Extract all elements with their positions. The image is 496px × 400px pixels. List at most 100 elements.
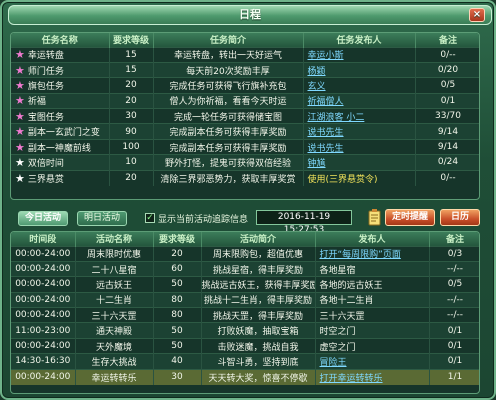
task-note: 0/-- xyxy=(415,46,479,63)
task-row[interactable]: ★ 双倍时间 10 野外打怪，提鬼可获得双倍经验 钟馗 0/24 xyxy=(11,154,479,171)
task-issuer-link[interactable]: 杨颖 xyxy=(308,67,326,77)
reminder-button[interactable]: 定时提醒 xyxy=(385,209,435,226)
task-issuer-cell[interactable]: 玄义 xyxy=(303,77,416,94)
activity-issuer-link[interactable]: 冒险王 xyxy=(320,358,347,368)
task-issuer-link[interactable]: 使用(三界悬赏令) xyxy=(308,175,378,185)
task-name: 三界悬赏 xyxy=(27,174,64,185)
task-note: 9/14 xyxy=(415,123,479,140)
close-button[interactable]: × xyxy=(469,8,485,22)
activity-desc: 打败妖魔，抽取宝箱 xyxy=(201,322,316,339)
activity-note: --/-- xyxy=(429,260,479,277)
tab-today[interactable]: 今日活动 xyxy=(18,211,68,226)
col-act-note[interactable]: 备注 xyxy=(429,232,479,246)
task-issuer-cell[interactable]: 使用(三界悬赏令) xyxy=(303,169,416,186)
activity-issuer: 各地的远古妖王 xyxy=(319,280,383,291)
activity-name: 三十六天罡 xyxy=(75,307,154,323)
activity-row[interactable]: 11:00-23:00 通天神殿 50 打败妖魔，抽取宝箱 时空之门 0/1 xyxy=(11,322,479,339)
col-time[interactable]: 时间段 xyxy=(11,232,76,246)
task-row[interactable]: ★ 副本一神魔前线 100 完成副本任务可获得丰厚奖励 说书先生 9/14 xyxy=(11,138,479,155)
col-req-level[interactable]: 要求等级 xyxy=(109,33,154,47)
col-task-issuer[interactable]: 任务发布人 xyxy=(303,33,416,47)
task-row[interactable]: ★ 三界悬赏 20 清除三界邪恶势力，获取丰厚奖赏 使用(三界悬赏令) 0/-- xyxy=(11,169,479,186)
star-icon: ★ xyxy=(15,48,25,62)
star-icon: ★ xyxy=(15,155,25,169)
calendar-button[interactable]: 日历 xyxy=(440,209,480,226)
activity-issuer: 时空之门 xyxy=(319,327,356,338)
task-row[interactable]: ★ 祈福 20 僧人为你祈福，看看今天时运 祈福僧人 0/1 xyxy=(11,92,479,109)
activity-note: 0/1 xyxy=(429,353,479,370)
activity-issuer-cell: 虚空之门 xyxy=(315,337,430,354)
activity-row[interactable]: 00:00-24:00 周末限时优惠 20 周末限购包，超值优惠 打开“每周限购”页面 0… xyxy=(11,245,479,262)
activity-time: 00:00-24:00 xyxy=(11,260,76,277)
task-issuer-link[interactable]: 江湖浪客 小二 xyxy=(308,113,365,123)
task-name: 师门任务 xyxy=(27,66,64,77)
col-act-desc[interactable]: 活动简介 xyxy=(201,232,316,246)
task-row[interactable]: ★ 旗包任务 20 完成任务可获得飞行旗补充包 玄义 0/5 xyxy=(11,77,479,94)
activity-issuer-link[interactable]: 打开幸运转转乐 xyxy=(320,374,383,384)
activity-issuer-cell[interactable]: 冒险王 xyxy=(315,353,430,370)
task-issuer-cell[interactable]: 说书先生 xyxy=(303,138,416,155)
activity-row[interactable]: 00:00-24:00 幸运转转乐 30 天天转大奖，惊喜不停歇 打开幸运转转乐 1/1 xyxy=(11,368,479,385)
activity-time: 11:00-23:00 xyxy=(11,322,76,339)
task-issuer-cell[interactable]: 杨颖 xyxy=(303,61,416,78)
task-note: 0/20 xyxy=(415,61,479,78)
task-name: 副本一神魔前线 xyxy=(27,143,91,154)
task-name-cell: ★ 宝图任务 xyxy=(11,108,110,124)
col-activity-name[interactable]: 活动名称 xyxy=(75,232,154,246)
activity-row[interactable]: 00:00-24:00 二十八星宿 60 挑战星宿，得丰厚奖励 各地星宿 --/-- xyxy=(11,260,479,277)
task-level: 10 xyxy=(109,154,154,171)
task-issuer-link[interactable]: 祈福僧人 xyxy=(308,97,344,107)
task-row[interactable]: ★ 宝图任务 30 完成一轮任务可获得储宝图 江湖浪客 小二 33/70 xyxy=(11,108,479,124)
activity-name: 远古妖王 xyxy=(75,276,154,293)
task-level: 90 xyxy=(109,123,154,140)
col-act-level[interactable]: 要求等级 xyxy=(153,232,202,246)
task-issuer-link[interactable]: 说书先生 xyxy=(308,128,344,138)
activity-note: 0/3 xyxy=(429,245,479,262)
activity-row[interactable]: 00:00-24:00 十二生肖 80 挑战十二生肖，得丰厚奖励 各地十二生肖 --/-- xyxy=(11,291,479,308)
task-row[interactable]: ★ 师门任务 15 每天前20次奖励丰厚 杨颖 0/20 xyxy=(11,61,479,78)
task-issuer-cell[interactable]: 江湖浪客 小二 xyxy=(303,108,416,124)
activity-row[interactable]: 00:00-24:00 天外魔境 50 击败迷魔，挑战自我 虚空之门 0/1 xyxy=(11,337,479,354)
activity-time: 00:00-24:00 xyxy=(11,337,76,354)
activity-issuer-link[interactable]: 打开“每周限购”页面 xyxy=(320,250,401,260)
activity-row[interactable]: 14:30-16:30 生存大挑战 40 斗智斗勇，坚持到底 冒险王 0/1 xyxy=(11,353,479,370)
task-name-cell: ★ 幸运转盘 xyxy=(11,46,110,63)
task-header-row: 任务名称 要求等级 任务简介 任务发布人 备注 xyxy=(11,33,479,47)
col-task-desc[interactable]: 任务简介 xyxy=(153,33,304,47)
col-note[interactable]: 备注 xyxy=(415,33,479,47)
title-bar[interactable]: 日程 × xyxy=(8,5,492,25)
task-level: 20 xyxy=(109,92,154,109)
tab-tomorrow[interactable]: 明日活动 xyxy=(77,211,127,226)
activity-row[interactable]: 00:00-24:00 三十六天罡 80 挑战天罡，得丰厚奖励 三十六天罡 --/-- xyxy=(11,307,479,323)
activity-desc: 周末限购包，超值优惠 xyxy=(201,245,316,262)
track-checkbox[interactable]: ✓ xyxy=(145,213,155,223)
activity-note: 0/1 xyxy=(429,337,479,354)
task-issuer-cell[interactable]: 说书先生 xyxy=(303,123,416,140)
activity-row[interactable]: 00:00-24:00 远古妖王 50 挑战远古妖王，获得丰厚奖励 各地的远古妖王 0/5 xyxy=(11,276,479,293)
task-issuer-cell[interactable]: 祈福僧人 xyxy=(303,92,416,109)
task-row[interactable]: ★ 幸运转盘 15 幸运转盘，转出一天好运气 幸运小斯 0/-- xyxy=(11,46,479,63)
task-issuer-cell[interactable]: 幸运小斯 xyxy=(303,46,416,63)
task-row[interactable]: ★ 副本一玄武门之变 90 完成副本任务可获得丰厚奖励 说书先生 9/14 xyxy=(11,123,479,140)
activity-time: 00:00-24:00 xyxy=(11,245,76,262)
activity-desc: 挑战十二生肖，得丰厚奖励 xyxy=(201,291,316,308)
task-name-cell: ★ 副本一玄武门之变 xyxy=(11,123,110,140)
activity-note: 0/5 xyxy=(429,276,479,293)
star-icon: ★ xyxy=(15,109,25,123)
activity-desc: 挑战天罡，得丰厚奖励 xyxy=(201,307,316,323)
activity-level: 30 xyxy=(153,368,202,385)
task-issuer-link[interactable]: 钟馗 xyxy=(308,159,326,169)
notepad-icon[interactable] xyxy=(368,209,382,226)
schedule-window: 日程 × 任务名称 要求等级 任务简介 任务发布人 备注 ★ 幸运转盘 15 幸运转盘… xyxy=(0,0,496,400)
col-task-name[interactable]: 任务名称 xyxy=(11,33,110,47)
task-issuer-link[interactable]: 玄义 xyxy=(308,82,326,92)
task-issuer-link[interactable]: 幸运小斯 xyxy=(308,51,344,61)
activity-issuer-cell[interactable]: 打开“每周限购”页面 xyxy=(315,245,430,262)
activity-issuer-cell[interactable]: 打开幸运转转乐 xyxy=(315,368,430,385)
col-act-issuer[interactable]: 发布人 xyxy=(315,232,430,246)
activity-name: 周末限时优惠 xyxy=(75,245,154,262)
task-issuer-link[interactable]: 说书先生 xyxy=(308,144,344,154)
task-issuer-cell[interactable]: 钟馗 xyxy=(303,154,416,171)
activity-time: 00:00-24:00 xyxy=(11,291,76,308)
task-desc: 清除三界邪恶势力，获取丰厚奖赏 xyxy=(153,169,304,186)
